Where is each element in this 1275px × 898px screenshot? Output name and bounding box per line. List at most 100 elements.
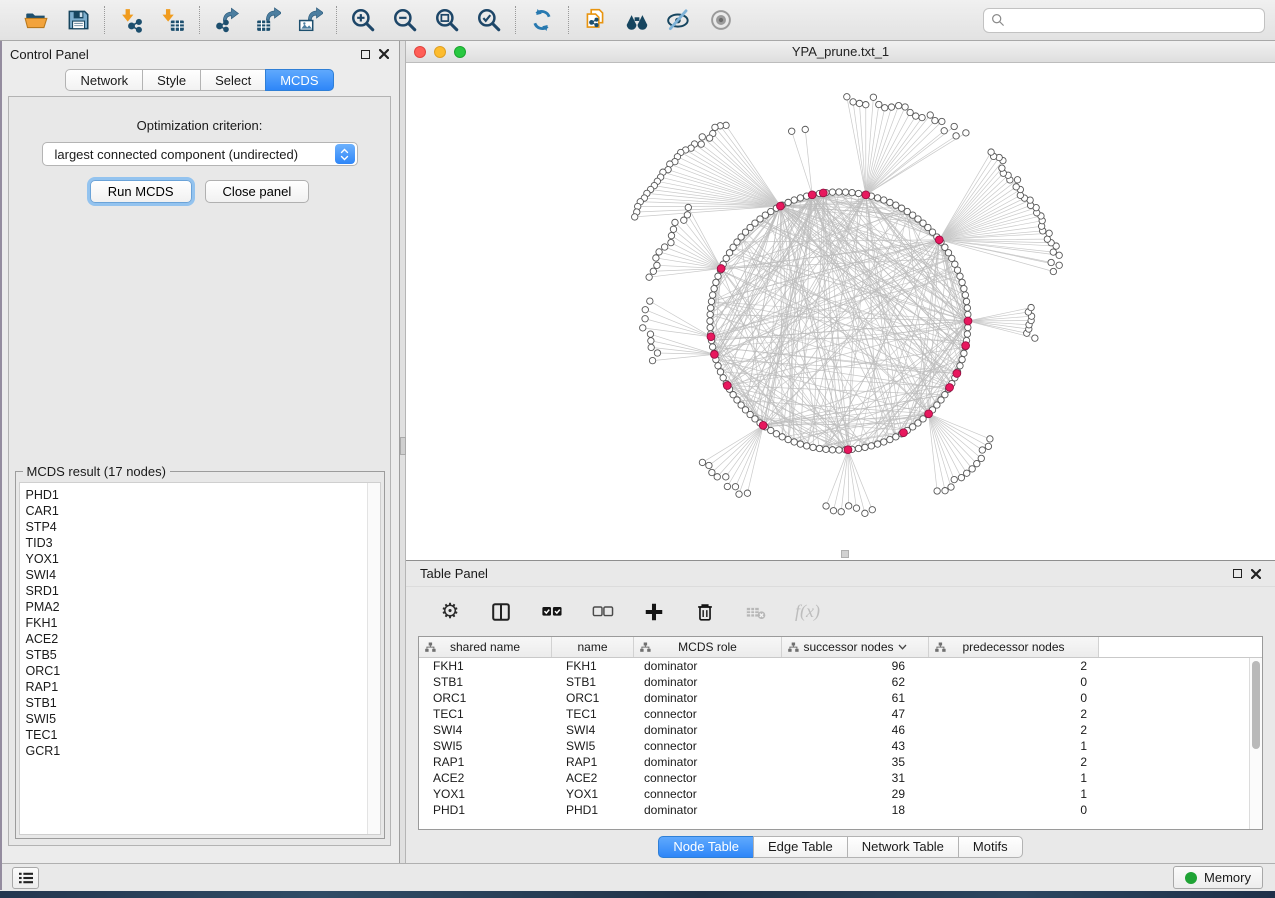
table-row[interactable]: ORC1ORC1dominator610 [419, 690, 1262, 706]
close-table-panel-icon[interactable] [1251, 569, 1261, 579]
scrollbar-thumb[interactable] [1252, 661, 1260, 749]
mcds-result-node[interactable]: SWI5 [26, 711, 367, 727]
export-image-button[interactable] [293, 4, 327, 36]
tab-node-table[interactable]: Node Table [658, 836, 754, 858]
search-network-button[interactable] [620, 4, 654, 36]
network-graph[interactable] [406, 63, 1272, 560]
select-all-button[interactable] [540, 599, 564, 625]
mcds-node [962, 342, 970, 350]
zoom-in-button[interactable] [346, 4, 380, 36]
table-row[interactable]: RAP1RAP1dominator352 [419, 754, 1262, 770]
zoom-out-button[interactable] [388, 4, 422, 36]
table-row[interactable]: FKH1FKH1dominator962 [419, 658, 1262, 674]
mcds-result-node[interactable]: ORC1 [26, 663, 367, 679]
sort-desc-icon [898, 644, 907, 650]
network-search-box[interactable] [983, 8, 1265, 33]
mcds-result-node[interactable]: YOX1 [26, 551, 367, 567]
table-mode-button[interactable]: ⚙ [438, 599, 462, 625]
tab-network-table[interactable]: Network Table [847, 836, 959, 858]
export-table-button[interactable] [251, 4, 285, 36]
close-panel-button[interactable]: Close panel [205, 180, 310, 203]
table-row[interactable]: ACE2ACE2connector311 [419, 770, 1262, 786]
column-header-predecessor-nodes[interactable]: predecessor nodes [929, 637, 1099, 657]
mcds-node [844, 446, 852, 454]
hide-panels-button[interactable] [662, 4, 696, 36]
mcds-result-node[interactable]: TID3 [26, 535, 367, 551]
clone-network-button[interactable] [578, 4, 612, 36]
table-row[interactable]: SWI5SWI5connector431 [419, 738, 1262, 754]
table-mode-icon: ⚙ [441, 601, 460, 622]
open-file-button[interactable] [19, 4, 53, 36]
float-panel-icon[interactable] [361, 50, 370, 59]
table-cell: STB1 [419, 674, 552, 690]
import-network-button[interactable] [114, 4, 148, 36]
tab-edge-table[interactable]: Edge Table [753, 836, 848, 858]
column-header-MCDS-role[interactable]: MCDS role [634, 637, 782, 657]
save-session-button[interactable] [61, 4, 95, 36]
tab-select[interactable]: Select [200, 69, 266, 91]
mcds-result-node[interactable]: SWI4 [26, 567, 367, 583]
mcds-result-node[interactable]: RAP1 [26, 679, 367, 695]
refresh-layout-icon [529, 7, 555, 33]
desktop-background [0, 891, 1275, 898]
close-panel-icon[interactable] [379, 49, 389, 59]
table-cell: RAP1 [552, 754, 634, 770]
refresh-layout-button[interactable] [525, 4, 559, 36]
table-body: FKH1FKH1dominator962STB1STB1dominator620… [419, 658, 1262, 829]
column-header-name[interactable]: name [552, 637, 634, 657]
canvas-resize-grip[interactable] [841, 550, 849, 558]
mcds-result-node[interactable]: STP4 [26, 519, 367, 535]
export-table-icon [255, 7, 281, 33]
table-row[interactable]: TEC1TEC1connector472 [419, 706, 1262, 722]
mcds-result-node[interactable]: ACE2 [26, 631, 367, 647]
table-row[interactable]: YOX1YOX1connector291 [419, 786, 1262, 802]
network-canvas[interactable] [406, 63, 1275, 560]
mcds-result-node[interactable]: PHD1 [26, 487, 367, 503]
tab-mcds[interactable]: MCDS [265, 69, 333, 91]
mcds-result-node[interactable]: PMA2 [26, 599, 367, 615]
mcds-result-node[interactable]: STB1 [26, 695, 367, 711]
float-table-panel-icon[interactable] [1233, 569, 1242, 578]
table-row[interactable]: PHD1PHD1dominator180 [419, 802, 1262, 818]
mcds-result-node[interactable]: CAR1 [26, 503, 367, 519]
zoom-fit-button[interactable] [430, 4, 464, 36]
mcds-result-node[interactable]: TEC1 [26, 727, 367, 743]
table-toolbar: ⚙f(x) [406, 586, 1275, 636]
column-header-successor-nodes[interactable]: successor nodes [782, 637, 929, 657]
export-network-icon [213, 7, 239, 33]
table-cell: 35 [782, 754, 929, 770]
tab-network[interactable]: Network [65, 69, 143, 91]
toggle-columns-button[interactable] [489, 599, 513, 625]
zoom-selected-button[interactable] [472, 4, 506, 36]
toggle-columns-icon [490, 601, 512, 623]
deselect-all-button[interactable] [591, 599, 615, 625]
maximize-window-icon[interactable] [454, 46, 466, 58]
mcds-result-node[interactable]: SRD1 [26, 583, 367, 599]
close-window-icon[interactable] [414, 46, 426, 58]
task-history-button[interactable] [12, 867, 39, 889]
search-input[interactable] [1005, 13, 1257, 28]
mcds-result-node[interactable]: FKH1 [26, 615, 367, 631]
table-row[interactable]: STB1STB1dominator620 [419, 674, 1262, 690]
result-list-scrollbar[interactable] [367, 483, 380, 834]
show-panels-button[interactable] [704, 4, 738, 36]
toolbar-group [516, 4, 568, 36]
add-entry-button[interactable] [642, 599, 666, 625]
table-vertical-scrollbar[interactable] [1249, 658, 1262, 829]
table-cell: 1 [929, 738, 1099, 754]
import-table-button[interactable] [156, 4, 190, 36]
minimize-window-icon[interactable] [434, 46, 446, 58]
mcds-result-node[interactable]: STB5 [26, 647, 367, 663]
run-mcds-button[interactable]: Run MCDS [90, 180, 192, 203]
column-header-shared-name[interactable]: shared name [419, 637, 552, 657]
mcds-result-node[interactable]: GCR1 [26, 743, 367, 759]
zoom-in-icon [350, 7, 376, 33]
tab-style[interactable]: Style [142, 69, 201, 91]
memory-button[interactable]: Memory [1173, 866, 1263, 889]
export-network-button[interactable] [209, 4, 243, 36]
table-row[interactable]: SWI4SWI4dominator462 [419, 722, 1262, 738]
control-panel: Control Panel NetworkStyleSelectMCDS Opt… [0, 41, 400, 863]
optimization-criterion-select[interactable]: largest connected component (undirected) [42, 142, 358, 166]
tab-motifs[interactable]: Motifs [958, 836, 1023, 858]
delete-selected-button[interactable] [693, 599, 717, 625]
